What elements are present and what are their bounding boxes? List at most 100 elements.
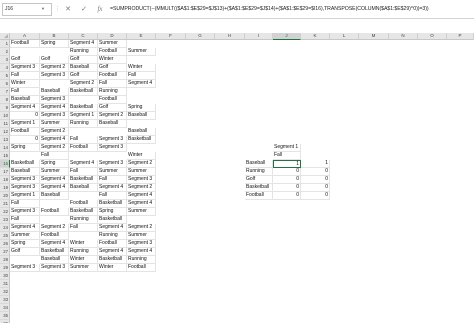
cell-e29[interactable]: Football <box>127 264 156 272</box>
cell-e2[interactable]: Summer <box>127 48 156 56</box>
cell-j18[interactable]: 0 <box>273 176 301 184</box>
cell-b24[interactable]: Segment 2 <box>40 224 69 232</box>
column-header-h[interactable]: H <box>215 33 245 40</box>
row-header-35[interactable]: 35 <box>0 312 10 320</box>
row-header-10[interactable]: 10 <box>0 112 10 120</box>
row-header-11[interactable]: 11 <box>0 120 10 128</box>
cell-j20[interactable]: 0 <box>273 192 301 200</box>
cell-c16[interactable]: Segment 4 <box>69 160 98 168</box>
cell-c2[interactable]: Running <box>69 48 98 56</box>
row-header-1[interactable]: 1 <box>0 40 10 48</box>
cell-c9[interactable]: Basketball <box>69 104 98 112</box>
row-header-32[interactable]: 32 <box>0 288 10 296</box>
cell-b10[interactable]: Segment 3 <box>40 112 69 120</box>
row-header-2[interactable]: 2 <box>0 48 10 56</box>
cell-c26[interactable]: Winter <box>69 240 98 248</box>
cell-d19[interactable]: Segment 4 <box>98 184 127 192</box>
cell-c27[interactable]: Running <box>69 248 98 256</box>
cell-a24[interactable]: Segment 4 <box>10 224 40 232</box>
cell-i16[interactable]: Baseball <box>245 160 273 168</box>
cell-b14[interactable]: Segment 2 <box>40 144 69 152</box>
column-header-o[interactable]: O <box>418 33 447 40</box>
cell-e21[interactable]: Segment 4 <box>127 200 156 208</box>
cell-e19[interactable]: Segment 2 <box>127 184 156 192</box>
cell-a29[interactable]: Segment 3 <box>10 264 40 272</box>
row-header-30[interactable]: 30 <box>0 272 10 280</box>
cell-b20[interactable]: Baseball <box>40 192 69 200</box>
cell-a6[interactable]: Winter <box>10 80 40 88</box>
cell-e9[interactable]: Spring <box>127 104 156 112</box>
cell-j14[interactable]: Fall <box>273 152 301 160</box>
cell-b18[interactable]: Segment 4 <box>40 176 69 184</box>
cell-a16[interactable]: Basketball <box>10 160 40 168</box>
cell-i19[interactable]: Basketball <box>245 184 273 192</box>
cell-a23[interactable]: Fall <box>10 216 40 224</box>
cell-d7[interactable]: Running <box>98 88 127 96</box>
row-header-3[interactable]: 3 <box>0 56 10 64</box>
cell-a17[interactable]: Baseball <box>10 168 40 176</box>
cell-b15[interactable]: Fall <box>40 152 69 160</box>
cell-e17[interactable]: Summer <box>127 168 156 176</box>
cell-e12[interactable]: Baseball <box>127 128 156 136</box>
cell-d20[interactable]: Fall <box>98 192 127 200</box>
cell-k19[interactable]: 0 <box>301 184 330 192</box>
column-header-j[interactable]: J <box>273 33 301 40</box>
cell-b5[interactable]: Segment 3 <box>40 72 69 80</box>
row-header-17[interactable]: 17 <box>0 168 10 176</box>
cell-d3[interactable]: Winter <box>98 56 127 64</box>
row-header-29[interactable]: 29 <box>0 264 10 272</box>
cell-e15[interactable]: Winter <box>127 152 156 160</box>
cell-d10[interactable]: Segment 2 <box>98 112 127 120</box>
cell-c17[interactable]: Fall <box>69 168 98 176</box>
cell-c10[interactable]: Segment 1 <box>69 112 98 120</box>
row-header-33[interactable]: 33 <box>0 296 10 304</box>
row-header-31[interactable]: 31 <box>0 280 10 288</box>
cell-b27[interactable]: Basketball <box>40 248 69 256</box>
cell-c28[interactable]: Winter <box>69 256 98 264</box>
row-header-24[interactable]: 24 <box>0 224 10 232</box>
cell-b25[interactable]: Football <box>40 232 69 240</box>
cell-b19[interactable]: Segment 4 <box>40 184 69 192</box>
row-header-21[interactable]: 21 <box>0 200 10 208</box>
cell-c21[interactable]: Football <box>69 200 98 208</box>
cell-b16[interactable]: Spring <box>40 160 69 168</box>
cell-e18[interactable]: Segment 3 <box>127 176 156 184</box>
cell-b9[interactable]: Segment 4 <box>40 104 69 112</box>
column-header-a[interactable]: A <box>10 33 40 40</box>
cell-d13[interactable]: Segment 3 <box>98 136 127 144</box>
row-header-18[interactable]: 18 <box>0 176 10 184</box>
column-header-c[interactable]: C <box>69 33 98 40</box>
cell-c13[interactable]: Fall <box>69 136 98 144</box>
row-header-4[interactable]: 4 <box>0 64 10 72</box>
cell-a14[interactable]: Spring <box>10 144 40 152</box>
row-header-6[interactable]: 6 <box>0 80 10 88</box>
cell-a10[interactable]: 0 <box>10 112 40 120</box>
select-all-button[interactable] <box>0 33 10 40</box>
cell-e24[interactable]: Segment 2 <box>127 224 156 232</box>
row-header-12[interactable]: 12 <box>0 128 10 136</box>
cell-e22[interactable]: Summer <box>127 208 156 216</box>
row-header-15[interactable]: 15 <box>0 152 10 160</box>
cell-a19[interactable]: Segment 3 <box>10 184 40 192</box>
cell-c3[interactable]: Golf <box>69 56 98 64</box>
cell-k18[interactable]: 0 <box>301 176 330 184</box>
cell-b3[interactable]: Golf <box>40 56 69 64</box>
column-header-e[interactable]: E <box>127 33 156 40</box>
cell-e13[interactable]: Basketball <box>127 136 156 144</box>
cell-e20[interactable]: Segment 4 <box>127 192 156 200</box>
column-header-m[interactable]: M <box>359 33 389 40</box>
cell-d8[interactable]: Football <box>98 96 127 104</box>
cell-e28[interactable]: Running <box>127 256 156 264</box>
cell-a22[interactable]: Segment 3 <box>10 208 40 216</box>
column-header-b[interactable]: B <box>40 33 69 40</box>
row-header-22[interactable]: 22 <box>0 208 10 216</box>
cell-j19[interactable]: 0 <box>273 184 301 192</box>
cell-k17[interactable]: 0 <box>301 168 330 176</box>
row-header-26[interactable]: 26 <box>0 240 10 248</box>
cell-i18[interactable]: Golf <box>245 176 273 184</box>
row-header-16[interactable]: 16 <box>0 160 10 168</box>
cell-e6[interactable]: Segment 4 <box>127 80 156 88</box>
cell-k20[interactable]: 0 <box>301 192 330 200</box>
cell-a4[interactable]: Segment 3 <box>10 64 40 72</box>
row-header-7[interactable]: 7 <box>0 88 10 96</box>
